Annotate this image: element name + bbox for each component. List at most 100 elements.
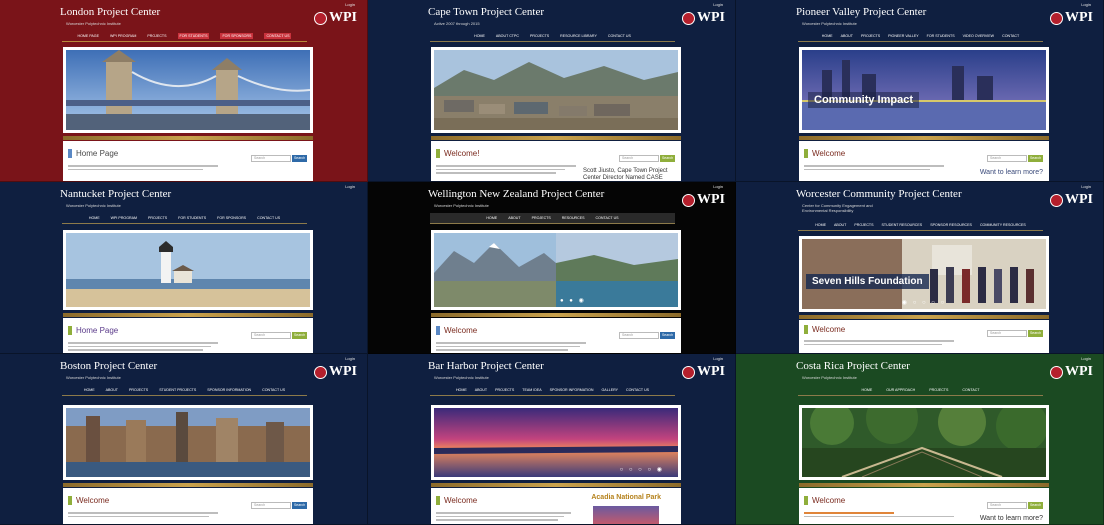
search-button[interactable]: Search [660,155,675,162]
nav-item[interactable]: CONTACT US [257,216,280,220]
wpi-logo[interactable]: WPI [1050,364,1093,380]
nav-item[interactable]: FOR SPONSORS [217,216,246,220]
login-link[interactable]: Login [713,2,723,7]
nav-item[interactable]: PROJECTS [148,216,167,220]
search-button[interactable]: Search [1028,330,1043,337]
login-link[interactable]: Login [1081,184,1091,189]
search-input[interactable]: Search [251,502,291,509]
nav-item[interactable]: FOR STUDENTS [927,34,955,38]
nav-item[interactable]: FOR SPONSORS [220,33,254,39]
nav-item[interactable]: PROJECTS [854,223,873,227]
nav-item[interactable]: CONTACT US [264,33,292,39]
nav-item[interactable]: CONTACT US [626,388,649,392]
nav-item[interactable]: SPONSOR INFORMATION [207,388,251,392]
nav-item[interactable]: CONTACT US [596,216,619,220]
search-button[interactable]: Search [1028,502,1043,509]
search-button[interactable]: Search [292,155,307,162]
nav-item[interactable]: HOME [456,388,467,392]
park-thumbnail[interactable] [593,506,659,524]
nav-item[interactable]: ABOUT [106,388,118,392]
nav-item[interactable]: VIDEO OVERVIEW [963,34,995,38]
nav-item[interactable]: CONTACT [1002,34,1019,38]
wpi-logo[interactable]: WPI [314,10,357,26]
tile-london[interactable]: Login London Project Center Worcester Po… [0,0,368,182]
nav-item[interactable]: PROJECTS [495,388,514,392]
wpi-logo[interactable]: WPI [1050,10,1093,26]
nav-item[interactable]: PROJECTS [530,34,549,38]
nav-item[interactable]: HOME [84,388,95,392]
search-input[interactable]: Search [251,332,291,339]
slider-dots[interactable]: ○ ○ ○ ○ ◉ [434,466,664,473]
login-link[interactable]: Login [345,184,355,189]
slider-dots[interactable]: ● ● ◉ [560,297,678,304]
search-input[interactable]: Search [987,155,1027,162]
nav-item[interactable]: HOME [822,34,833,38]
nav-item[interactable]: PROJECTS [129,388,148,392]
site-title[interactable]: London Project Center [60,6,160,18]
search-button[interactable]: Search [1028,155,1043,162]
site-title[interactable]: Wellington New Zealand Project Center [428,188,604,200]
search-input[interactable]: Search [987,330,1027,337]
wpi-logo[interactable]: WPI [682,364,725,380]
site-title[interactable]: Pioneer Valley Project Center [796,6,926,18]
learn-more-text[interactable]: Want to learn more? [980,515,1043,523]
nav-item[interactable]: PROJECTS [147,34,166,38]
login-link[interactable]: Login [345,356,355,361]
nav-item[interactable]: SPONSOR RESOURCES [930,223,972,227]
nav-item[interactable]: SPONSOR INFORMATION [550,388,594,392]
slide-caption[interactable]: Seven Hills Foundation [806,274,929,289]
site-title[interactable]: Worcester Community Project Center [796,188,962,200]
nav-item[interactable]: PROJECTS [532,216,551,220]
site-title[interactable]: Bar Harbor Project Center [428,360,544,372]
nav-item[interactable]: GALLERY [602,388,619,392]
tile-costa-rica[interactable]: Login Costa Rica Project Center Worceste… [736,354,1104,525]
login-link[interactable]: Login [345,2,355,7]
login-link[interactable]: Login [1081,2,1091,7]
nav-item[interactable]: COMMUNITY RESOURCES [980,223,1026,227]
nav-item[interactable]: RESOURCES [562,216,585,220]
slider-dots[interactable]: ◉ ○ ○ ○ ○ [802,299,1046,306]
search-input[interactable]: Search [619,332,659,339]
nav-item[interactable]: WPI PROGRAM [111,216,137,220]
nav-item[interactable]: HOME [89,216,100,220]
nav-item[interactable]: ABOUT CTPC [496,34,519,38]
tile-cape-town[interactable]: Login Cape Town Project Center Active 20… [368,0,736,182]
nav-item[interactable]: CONTACT US [262,388,285,392]
tile-pioneer-valley[interactable]: Login Pioneer Valley Project Center Worc… [736,0,1104,182]
park-heading[interactable]: Acadia National Park [591,494,661,502]
tile-boston[interactable]: Login Boston Project Center Worcester Po… [0,354,368,525]
nav-item[interactable]: HOME PAGE [78,34,100,38]
wpi-logo[interactable]: WPI [314,364,357,380]
nav-item[interactable]: ABOUT [475,388,487,392]
nav-item[interactable]: FOR STUDENTS [178,216,206,220]
wpi-logo[interactable]: WPI [1050,192,1093,208]
login-link[interactable]: Login [1081,356,1091,361]
search-button[interactable]: Search [660,332,675,339]
search-button[interactable]: Search [292,332,307,339]
tile-bar-harbor[interactable]: Login Bar Harbor Project Center Worceste… [368,354,736,525]
tile-wellington[interactable]: Login Wellington New Zealand Project Cen… [368,182,736,354]
nav-item[interactable]: ABOUT [834,223,846,227]
nav-item[interactable]: CONTACT US [608,34,631,38]
wpi-logo[interactable]: WPI [682,192,725,208]
search-button[interactable]: Search [292,502,307,509]
nav-item[interactable]: STUDENT RESOURCES [882,223,923,227]
nav-item[interactable]: OUR APPROACH [886,388,915,392]
nav-item[interactable]: PROJECTS [861,34,880,38]
nav-item[interactable]: FOR STUDENTS [177,33,210,39]
search-input[interactable]: Search [987,502,1027,509]
nav-item[interactable]: ABOUT [508,216,520,220]
nav-item[interactable]: PROJECTS [929,388,948,392]
nav-item[interactable]: HOME [474,34,485,38]
site-title[interactable]: Cape Town Project Center [428,6,544,18]
login-link[interactable]: Login [713,356,723,361]
nav-item[interactable]: HOME [861,388,872,392]
slide-caption[interactable]: Community Impact [808,92,920,108]
site-title[interactable]: Nantucket Project Center [60,188,171,200]
site-title[interactable]: Boston Project Center [60,360,157,372]
nav-item[interactable]: HOME [486,216,497,220]
nav-item[interactable]: STUDENT PROJECTS [159,388,196,392]
wpi-logo[interactable]: WPI [682,10,725,26]
tile-nantucket[interactable]: Login Nantucket Project Center Worcester… [0,182,368,354]
search-input[interactable]: Search [251,155,291,162]
